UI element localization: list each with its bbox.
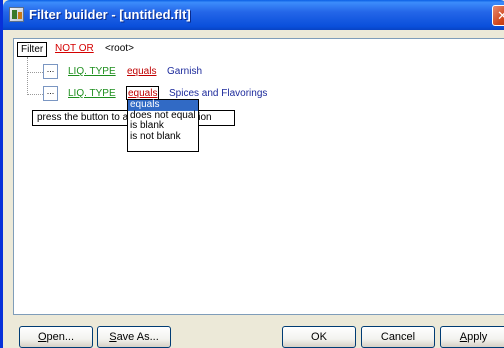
condition-comparison-link[interactable]: equals bbox=[126, 86, 160, 100]
condition-field-link[interactable]: LIQ. TYPE bbox=[68, 66, 116, 77]
condition-value[interactable]: Spices and Flavorings bbox=[169, 88, 267, 99]
open-button-label: pen... bbox=[46, 331, 75, 343]
group-operator-link[interactable]: NOT OR bbox=[55, 43, 94, 54]
ok-button[interactable]: OK bbox=[282, 326, 356, 348]
filter-builder-window: Filter builder - [untitled.flt] ✕ Filter… bbox=[0, 0, 504, 348]
condition-menu-button[interactable]: ... bbox=[43, 86, 58, 101]
root-label: <root> bbox=[105, 43, 134, 54]
open-button-mnemonic: O bbox=[37, 331, 47, 343]
comparison-dropdown-list[interactable]: equals does not equal is blank is not bl… bbox=[127, 99, 199, 152]
save-as-button-label: ave As... bbox=[116, 331, 159, 343]
condition-field-link[interactable]: LIQ. TYPE bbox=[68, 88, 116, 99]
dropdown-option[interactable]: equals bbox=[128, 100, 198, 111]
tree-connector bbox=[27, 94, 43, 95]
filter-tree-panel[interactable]: Filter NOT OR <root> ... LIQ. TYPE equal… bbox=[13, 38, 504, 315]
tree-connector bbox=[27, 57, 28, 95]
title-bar[interactable]: Filter builder - [untitled.flt] ✕ bbox=[3, 0, 504, 30]
condition-value[interactable]: Garnish bbox=[167, 66, 202, 77]
open-button[interactable]: Open... bbox=[19, 326, 93, 348]
condition-menu-button[interactable]: ... bbox=[43, 64, 58, 79]
save-as-button-mnemonic: S bbox=[109, 331, 117, 343]
app-icon bbox=[9, 7, 24, 22]
dropdown-option[interactable]: is not blank bbox=[128, 131, 198, 143]
cancel-button[interactable]: Cancel bbox=[361, 326, 435, 348]
tree-connector bbox=[27, 72, 43, 73]
filter-root-tag[interactable]: Filter bbox=[17, 42, 48, 57]
save-as-button[interactable]: Save As... bbox=[97, 326, 171, 348]
dropdown-option[interactable]: is blank bbox=[128, 121, 198, 132]
condition-comparison-link[interactable]: equals bbox=[127, 66, 156, 77]
close-button[interactable]: ✕ bbox=[492, 5, 504, 26]
apply-button-label: pply bbox=[467, 331, 488, 343]
apply-button-mnemonic: A bbox=[459, 331, 468, 343]
window-title: Filter builder - [untitled.flt] bbox=[29, 7, 191, 22]
apply-button[interactable]: Apply bbox=[440, 326, 504, 348]
